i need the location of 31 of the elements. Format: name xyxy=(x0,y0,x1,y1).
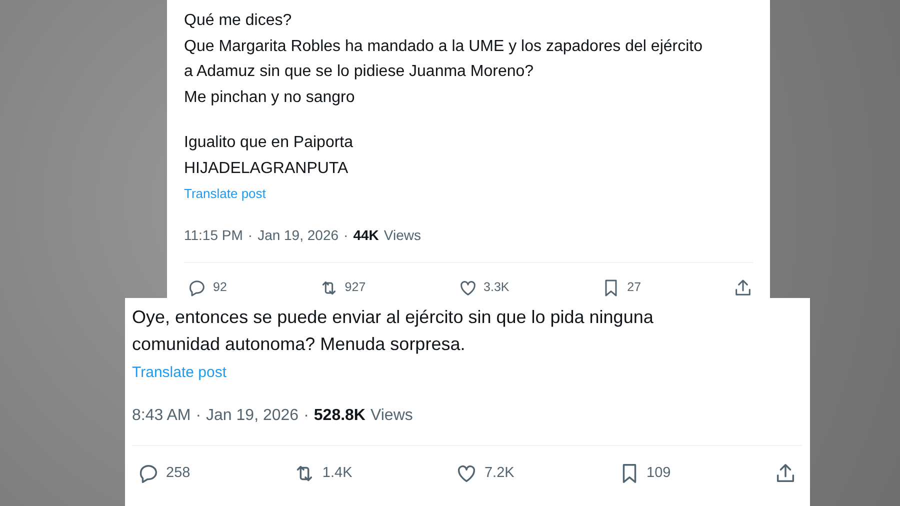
post-text: comunidad autonoma? Menuda sorpresa. xyxy=(132,333,466,356)
repost-button[interactable]: 1.4K xyxy=(293,460,352,487)
reply-button[interactable]: 92 xyxy=(187,275,227,300)
views-label: Views xyxy=(384,226,421,244)
post-meta: 11:15 PM xyxy=(184,226,243,244)
post-meta: 8:43 AM xyxy=(132,406,191,426)
bookmark-button[interactable]: 27 xyxy=(601,275,642,300)
reply-icon xyxy=(137,462,160,485)
like-button[interactable]: 7.2K xyxy=(455,460,514,487)
post-meta: · xyxy=(196,406,202,426)
post-text: a Adamuz sin que se lo pidiese Juanma Moreno? xyxy=(184,62,535,82)
post-text: Igualito que en Paiporta xyxy=(184,133,354,153)
reply-icon xyxy=(187,278,207,298)
views-label: Views xyxy=(370,406,413,426)
post-meta: · xyxy=(344,226,348,244)
share-icon xyxy=(732,278,753,298)
post-meta: · xyxy=(248,226,253,244)
post-meta: Jan 19, 2026 xyxy=(206,406,299,426)
repost-button[interactable]: 927 xyxy=(318,275,366,300)
post-text: Me pinchan y no sangro xyxy=(184,88,356,108)
reply-button[interactable]: 258 xyxy=(137,460,190,487)
like-button[interactable]: 3.3K xyxy=(458,275,510,300)
post-text: HIJADELAGRANPUTA xyxy=(184,158,350,178)
post-text: Que Margarita Robles ha mandado a la UME y los zapadores del ejército xyxy=(184,36,704,56)
post-text: Qué me dices? xyxy=(184,11,293,31)
view-count: 44K xyxy=(353,226,379,244)
post-meta: Jan 19, 2026 xyxy=(258,226,339,244)
post-meta: · xyxy=(304,406,309,426)
bookmark-button[interactable]: 109 xyxy=(618,460,671,487)
view-count: 528.8K xyxy=(314,406,366,426)
post-text: Oye, entonces se puede enviar al ejército sin que lo pida ninguna xyxy=(132,306,654,329)
